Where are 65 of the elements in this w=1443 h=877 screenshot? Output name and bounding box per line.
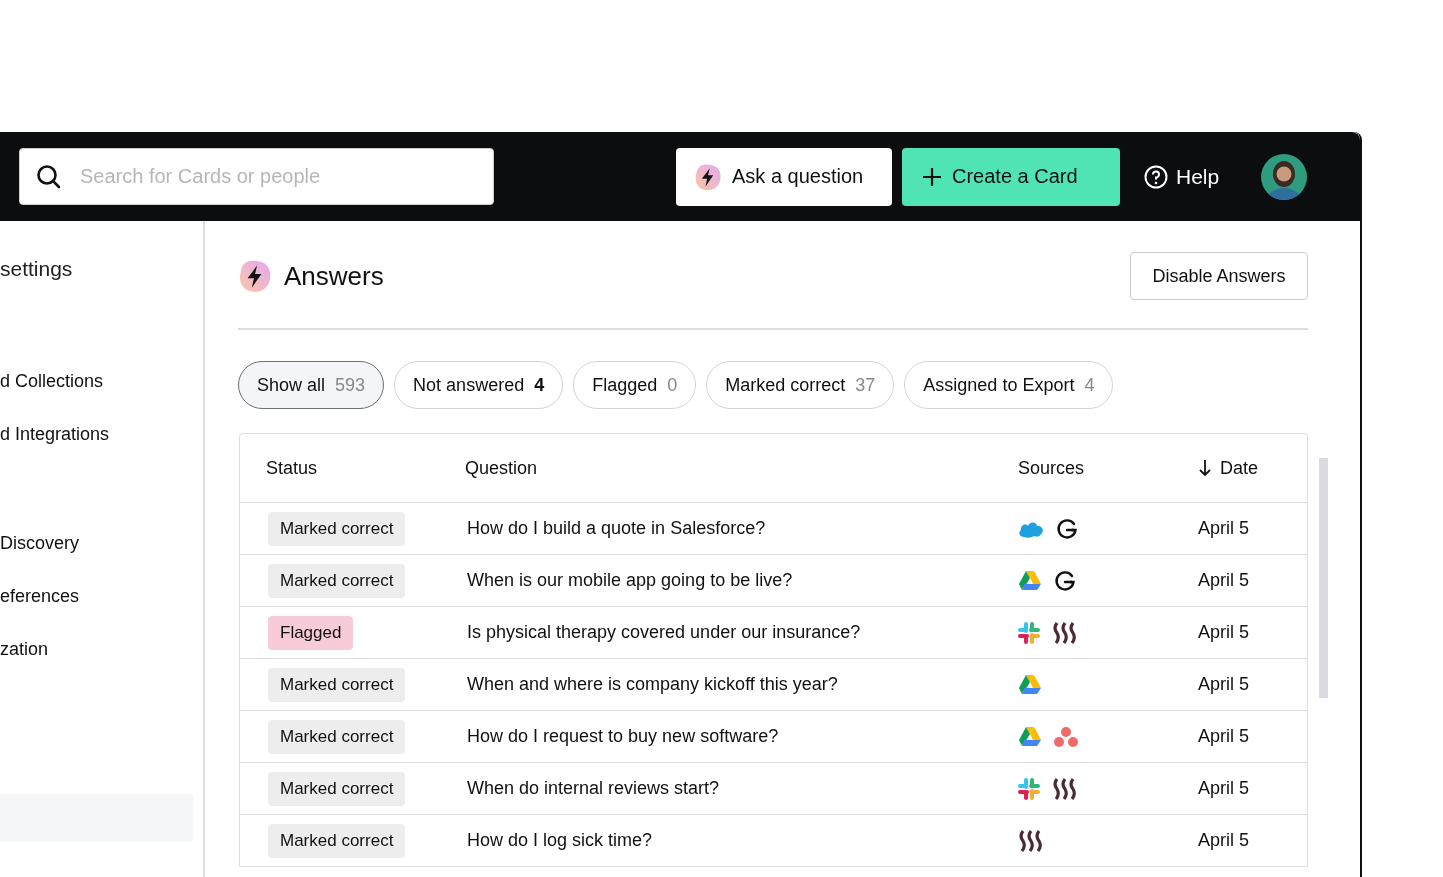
status-tag: Marked correct	[268, 511, 406, 546]
answers-bolt-icon	[238, 259, 272, 293]
create-card-button[interactable]: Create a Card	[902, 147, 1120, 206]
sidebar-heading: settings	[0, 257, 74, 281]
question-cell[interactable]: Is physical therapy covered under our insurance?	[467, 622, 1018, 643]
status-tag: Marked correct	[268, 667, 406, 702]
filter-count: 593	[335, 374, 366, 396]
date-cell-text: April 5	[1198, 622, 1251, 643]
status-tag: Flagged	[268, 615, 354, 650]
sidebar-item[interactable]: eferences	[0, 586, 203, 607]
question-cell[interactable]: How do I build a quote in Salesforce?	[467, 518, 1018, 539]
plus-icon	[922, 166, 942, 187]
filter-chip[interactable]: Marked correct 37	[706, 361, 895, 409]
date-cell-text: April 5	[1198, 830, 1251, 851]
help-icon	[1144, 164, 1168, 189]
column-header[interactable]: Sources	[1018, 457, 1196, 479]
pinwheel-icon	[1018, 777, 1040, 800]
triangle-icon	[1018, 570, 1042, 591]
squiggle-icon	[1052, 777, 1078, 800]
dots-icon	[1054, 725, 1078, 748]
question-cell[interactable]: When do internal reviews start?	[467, 778, 1018, 799]
question-cell[interactable]: How do I log sick time?	[467, 830, 1018, 851]
page-title: Answers	[284, 260, 385, 292]
sort-down-icon[interactable]	[1198, 459, 1212, 477]
status-tag: Marked correct	[268, 823, 406, 858]
column-header[interactable]: Status	[266, 457, 465, 479]
filter-chip[interactable]: Flagged 0	[573, 361, 697, 409]
sidebar-item[interactable]: Discovery	[0, 533, 203, 554]
column-header[interactable]: Question	[465, 457, 1018, 479]
date-cell-text: April 5	[1198, 778, 1251, 799]
status-tag: Marked correct	[268, 719, 406, 754]
disable-answers-button[interactable]: Disable Answers	[1130, 252, 1308, 300]
swirl-icon	[1054, 569, 1076, 592]
triangle-icon	[1018, 726, 1042, 747]
sidebar-item[interactable]: zation	[0, 639, 203, 660]
filter-count: 4	[1084, 374, 1095, 396]
swirl-icon	[1056, 517, 1078, 540]
question-cell[interactable]: When is our mobile app going to be live?	[467, 570, 1018, 591]
filter-count: 4	[534, 374, 545, 396]
squiggle-icon	[1018, 829, 1044, 852]
date-cell-text: April 5	[1198, 570, 1251, 591]
sidebar-item[interactable]: d Collections	[0, 371, 203, 392]
filter-chip[interactable]: Show all 593	[238, 361, 385, 409]
pinwheel-icon	[1018, 621, 1040, 644]
status-tag: Marked correct	[268, 563, 406, 598]
bolt-icon	[694, 162, 722, 191]
filter-chip[interactable]: Not answered 4	[394, 361, 564, 409]
status-tag: Marked correct	[268, 771, 406, 806]
search-field[interactable]: Search for Cards or people	[19, 148, 494, 205]
scrollbar[interactable]	[1319, 458, 1328, 698]
squiggle-icon	[1052, 621, 1078, 644]
date-cell-text: April 5	[1198, 518, 1251, 539]
column-header[interactable]: Date	[1220, 457, 1259, 479]
filter-count: 37	[855, 374, 876, 396]
filter-chip[interactable]: Assigned to Export 4	[904, 361, 1114, 409]
question-cell[interactable]: How do I request to buy new software?	[467, 726, 1018, 747]
question-cell[interactable]: When and where is company kickoff this year?	[467, 674, 1018, 695]
date-cell-text: April 5	[1198, 726, 1251, 747]
triangle-icon	[1018, 674, 1042, 695]
sidebar-item[interactable]: d Integrations	[0, 424, 203, 445]
ask-question-button[interactable]: Ask a question	[676, 147, 892, 206]
search-icon	[36, 164, 62, 190]
date-cell-text: April 5	[1198, 674, 1251, 695]
help-button[interactable]: Help	[1144, 164, 1220, 189]
filter-count: 0	[667, 374, 678, 396]
